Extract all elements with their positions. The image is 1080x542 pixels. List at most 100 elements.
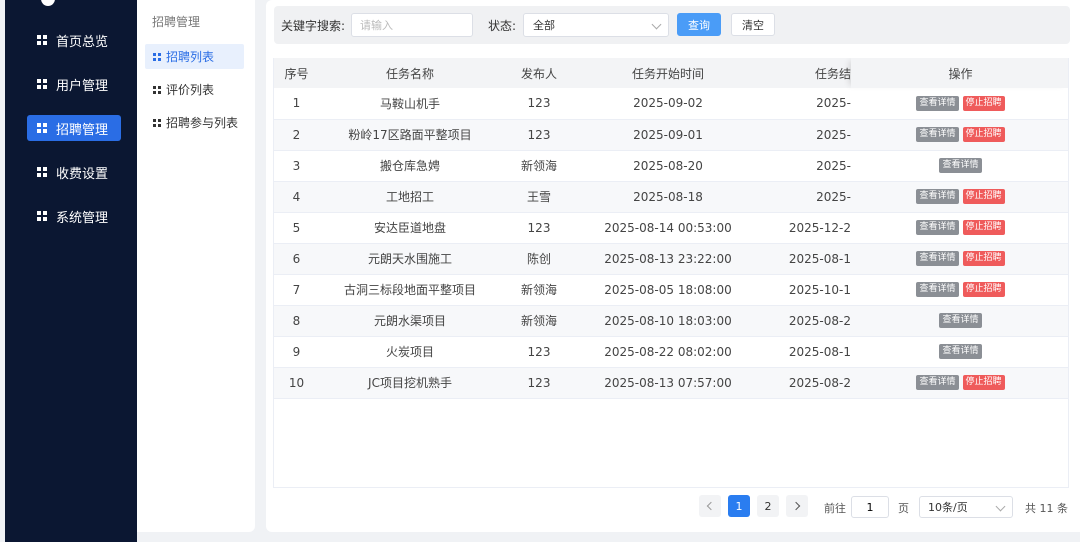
- cell-actions: 查看详情 停止招聘: [851, 88, 1068, 119]
- cell-end-time: 2025-08-2: [788, 375, 851, 390]
- view-details-button[interactable]: 查看详情: [916, 375, 959, 390]
- sub-menu: 招聘管理 招聘列表 评价列表 招聘参与列表: [137, 0, 255, 532]
- cell-task-name: 古洞三标段地面平整项目: [343, 283, 476, 297]
- cell-task-name: 粉岭17区路面平整项目: [348, 128, 472, 142]
- stop-recruit-button[interactable]: 停止招聘: [962, 127, 1005, 142]
- grid-icon: [37, 35, 47, 45]
- header-index: 序号: [284, 66, 309, 81]
- cell-task-name: 搬仓库急娉: [379, 159, 440, 173]
- cell-publisher: 123: [527, 220, 551, 235]
- cell-index: 10: [288, 375, 305, 390]
- view-details-button[interactable]: 查看详情: [916, 251, 959, 266]
- header-start-time: 任务开始时间: [631, 66, 704, 81]
- grid-icon: [37, 123, 47, 133]
- cell-index: 4: [292, 189, 301, 204]
- cell-end-time: 2025-: [816, 158, 851, 173]
- submenu-item-review-list[interactable]: 评价列表: [145, 77, 244, 102]
- table-row: 10 JC项目挖机熟手 123 2025-08-13 07:57:00 2025-08-…: [274, 367, 1068, 398]
- view-details-button[interactable]: 查看详情: [916, 95, 959, 111]
- table-row: 1 马鞍山机手 123 2025-09-02 2025- 查看详情 停止招聘: [274, 88, 1068, 119]
- query-button[interactable]: 查询: [677, 13, 721, 36]
- cell-start-time: 2025-09-02: [633, 96, 703, 111]
- cell-index: 5: [292, 220, 301, 235]
- view-details-button[interactable]: 查看详情: [939, 344, 982, 359]
- view-details-button[interactable]: 查看详情: [916, 127, 959, 142]
- view-details-button[interactable]: 查看详情: [916, 220, 959, 235]
- keyword-input[interactable]: [351, 13, 473, 37]
- cell-actions: 查看详情: [851, 305, 1068, 336]
- grid-icon: [37, 211, 47, 221]
- submenu-item-label: 招聘列表: [166, 50, 215, 64]
- cell-start-time: 2025-08-18: [633, 189, 703, 204]
- cell-publisher: 123: [527, 344, 551, 359]
- stop-recruit-button[interactable]: 停止招聘: [962, 375, 1005, 390]
- cell-task-name: 火炭项目: [385, 345, 434, 359]
- table-row: 2 粉岭17区路面平整项目 123 2025-09-01 2025- 查看详情 停止招聘: [274, 119, 1068, 150]
- cell-end-time: 2025-08-1: [788, 344, 851, 359]
- next-page-button[interactable]: [786, 495, 808, 517]
- sidebar-item-system[interactable]: 系统管理: [27, 203, 121, 229]
- cell-start-time: 2025-08-22 08:02:00: [604, 344, 732, 359]
- page-unit-label: 页: [898, 502, 909, 515]
- cell-publisher: 新领海: [520, 283, 557, 297]
- clear-button[interactable]: 清空: [731, 13, 775, 36]
- sidebar-item-recruitment[interactable]: 招聘管理: [27, 115, 121, 141]
- chevron-down-icon: [651, 19, 662, 30]
- submenu-item-label: 评价列表: [166, 83, 215, 97]
- view-details-button[interactable]: 查看详情: [916, 189, 959, 204]
- view-details-button[interactable]: 查看详情: [939, 158, 982, 173]
- cell-task-name: 元朗天水围施工: [367, 252, 452, 266]
- cell-index: 3: [292, 158, 301, 173]
- table-row: 5 安达臣道地盘 123 2025-08-14 00:53:00 2025-12-2 查看…: [274, 212, 1068, 243]
- submenu-item-recruit-list[interactable]: 招聘列表: [145, 44, 244, 69]
- cell-publisher: 新领海: [520, 314, 557, 328]
- view-details-button[interactable]: 查看详情: [916, 282, 959, 297]
- cell-index: 1: [292, 96, 301, 111]
- cell-actions: 查看详情: [851, 150, 1068, 181]
- sidebar-item-label: 首页总览: [56, 34, 109, 50]
- page-button-1[interactable]: 1: [728, 495, 750, 517]
- cell-index: 7: [292, 282, 301, 297]
- keyword-label: 关键字搜索:: [281, 19, 346, 33]
- view-details-button[interactable]: 查看详情: [939, 313, 982, 328]
- stop-recruit-button[interactable]: 停止招聘: [962, 95, 1005, 111]
- sidebar-item-fees[interactable]: 收费设置: [27, 159, 121, 185]
- header-end-time: 任务结: [814, 66, 851, 81]
- cell-end-time: 2025-: [816, 189, 851, 204]
- stop-recruit-button[interactable]: 停止招聘: [962, 220, 1005, 235]
- page-button-2[interactable]: 2: [757, 495, 779, 517]
- submenu-item-participant-list[interactable]: 招聘参与列表: [145, 110, 244, 135]
- stop-recruit-button[interactable]: 停止招聘: [962, 189, 1005, 204]
- header-task-name: 任务名称: [385, 66, 434, 81]
- goto-page-input[interactable]: [851, 496, 889, 518]
- cell-task-name: 元朗水渠项目: [373, 314, 446, 328]
- search-bar: 关键字搜索: 状态: 全部 查询 清空: [274, 6, 1070, 44]
- cell-end-time: 2025-: [816, 96, 851, 111]
- cell-end-time: 2025-08-2: [788, 313, 851, 328]
- sidebar-item-label: 招聘管理: [56, 122, 109, 138]
- sidebar-item-dashboard[interactable]: 首页总览: [27, 27, 121, 53]
- chevron-down-icon: [995, 501, 1006, 512]
- main-content: 关键字搜索: 状态: 全部 查询 清空 序号 任务名称 发布人 任务开始时间 任…: [266, 0, 1080, 532]
- cell-start-time: 2025-08-20: [633, 158, 703, 173]
- page-size-select[interactable]: 10条/页: [919, 496, 1013, 518]
- total-count: 共 11 条: [1025, 502, 1068, 515]
- cell-publisher: 123: [527, 127, 551, 142]
- sidebar-item-label: 系统管理: [56, 210, 109, 226]
- cell-index: 9: [292, 344, 301, 359]
- sidebar-item-users[interactable]: 用户管理: [27, 71, 121, 97]
- cell-index: 6: [292, 251, 301, 266]
- status-select[interactable]: 全部: [523, 13, 669, 37]
- status-label: 状态:: [488, 19, 517, 33]
- header-publisher: 发布人: [520, 66, 557, 81]
- stop-recruit-button[interactable]: 停止招聘: [962, 251, 1005, 266]
- cell-actions: 查看详情: [851, 336, 1068, 367]
- stop-recruit-button[interactable]: 停止招聘: [962, 282, 1005, 297]
- table-row: 9 火炭项目 123 2025-08-22 08:02:00 2025-08-1 查看详情: [274, 336, 1068, 367]
- status-select-value: 全部: [533, 19, 555, 32]
- cell-task-name: 安达臣道地盘: [373, 221, 446, 235]
- sidebar-item-label: 收费设置: [56, 166, 109, 182]
- grid-icon: [37, 79, 47, 89]
- prev-page-button[interactable]: [699, 495, 721, 517]
- table-row: 6 元朗天水围施工 陈创 2025-08-13 23:22:00 2025-08-1 查看…: [274, 243, 1068, 274]
